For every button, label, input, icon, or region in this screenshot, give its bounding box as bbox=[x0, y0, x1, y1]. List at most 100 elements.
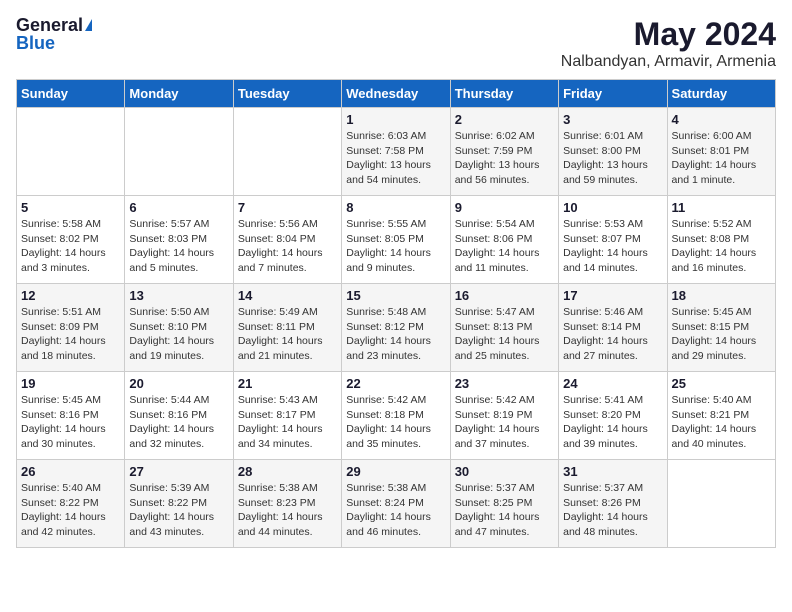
day-number: 2 bbox=[455, 112, 554, 127]
day-info: Sunrise: 5:51 AMSunset: 8:09 PMDaylight:… bbox=[21, 305, 120, 364]
daylight-text: Daylight: 13 hours and 59 minutes. bbox=[563, 159, 648, 186]
sunrise-text: Sunrise: 5:40 AM bbox=[21, 482, 101, 494]
day-info: Sunrise: 5:43 AMSunset: 8:17 PMDaylight:… bbox=[238, 393, 337, 452]
day-number: 1 bbox=[346, 112, 445, 127]
daylight-text: Daylight: 14 hours and 16 minutes. bbox=[672, 247, 757, 274]
daylight-text: Daylight: 14 hours and 9 minutes. bbox=[346, 247, 431, 274]
calendar-cell: 13Sunrise: 5:50 AMSunset: 8:10 PMDayligh… bbox=[125, 284, 233, 372]
sunrise-text: Sunrise: 5:38 AM bbox=[346, 482, 426, 494]
day-info: Sunrise: 5:50 AMSunset: 8:10 PMDaylight:… bbox=[129, 305, 228, 364]
day-number: 21 bbox=[238, 376, 337, 391]
day-info: Sunrise: 6:02 AM Sunset: 7:59 PM Daylight:… bbox=[455, 129, 554, 188]
calendar-cell bbox=[125, 108, 233, 196]
sunset-text: Sunset: 8:24 PM bbox=[346, 497, 424, 509]
day-number: 7 bbox=[238, 200, 337, 215]
day-number: 4 bbox=[672, 112, 771, 127]
sunset-text: Sunset: 8:25 PM bbox=[455, 497, 533, 509]
day-number: 31 bbox=[563, 464, 662, 479]
calendar-header: SundayMondayTuesdayWednesdayThursdayFrid… bbox=[17, 80, 776, 108]
sunset-text: Sunset: 7:59 PM bbox=[455, 145, 533, 157]
daylight-text: Daylight: 14 hours and 30 minutes. bbox=[21, 423, 106, 450]
logo: General Blue bbox=[16, 16, 92, 52]
location: Nalbandyan, Armavir, Armenia bbox=[561, 53, 776, 71]
sunset-text: Sunset: 8:05 PM bbox=[346, 233, 424, 245]
calendar-cell: 11Sunrise: 5:52 AMSunset: 8:08 PMDayligh… bbox=[667, 196, 775, 284]
calendar-cell: 20Sunrise: 5:44 AMSunset: 8:16 PMDayligh… bbox=[125, 372, 233, 460]
sunset-text: Sunset: 8:13 PM bbox=[455, 321, 533, 333]
daylight-text: Daylight: 14 hours and 37 minutes. bbox=[455, 423, 540, 450]
day-info: Sunrise: 6:00 AMSunset: 8:01 PMDaylight:… bbox=[672, 129, 771, 188]
day-number: 5 bbox=[21, 200, 120, 215]
daylight-text: Daylight: 14 hours and 32 minutes. bbox=[129, 423, 214, 450]
week-row: 19Sunrise: 5:45 AMSunset: 8:16 PMDayligh… bbox=[17, 372, 776, 460]
logo-blue: Blue bbox=[16, 34, 55, 52]
day-number: 18 bbox=[672, 288, 771, 303]
sunrise-text: Sunrise: 5:58 AM bbox=[21, 218, 101, 230]
sunset-text: Sunset: 8:08 PM bbox=[672, 233, 750, 245]
sunrise-text: Sunrise: 5:50 AM bbox=[129, 306, 209, 318]
calendar-cell: 24Sunrise: 5:41 AMSunset: 8:20 PMDayligh… bbox=[559, 372, 667, 460]
header-wednesday: Wednesday bbox=[342, 80, 450, 108]
daylight-text: Daylight: 14 hours and 14 minutes. bbox=[563, 247, 648, 274]
sunset-text: Sunset: 8:07 PM bbox=[563, 233, 641, 245]
day-info: Sunrise: 5:47 AMSunset: 8:13 PMDaylight:… bbox=[455, 305, 554, 364]
calendar-cell bbox=[667, 460, 775, 548]
sunrise-text: Sunrise: 5:38 AM bbox=[238, 482, 318, 494]
sunset-text: Sunset: 8:03 PM bbox=[129, 233, 207, 245]
calendar-cell: 22Sunrise: 5:42 AMSunset: 8:18 PMDayligh… bbox=[342, 372, 450, 460]
day-number: 15 bbox=[346, 288, 445, 303]
daylight-text: Daylight: 14 hours and 40 minutes. bbox=[672, 423, 757, 450]
daylight-text: Daylight: 14 hours and 27 minutes. bbox=[563, 335, 648, 362]
logo-triangle-icon bbox=[85, 19, 92, 31]
sunrise-text: Sunrise: 5:55 AM bbox=[346, 218, 426, 230]
calendar-table: SundayMondayTuesdayWednesdayThursdayFrid… bbox=[16, 79, 776, 548]
calendar-cell: 18Sunrise: 5:45 AMSunset: 8:15 PMDayligh… bbox=[667, 284, 775, 372]
header-thursday: Thursday bbox=[450, 80, 558, 108]
daylight-text: Daylight: 13 hours and 56 minutes. bbox=[455, 159, 540, 186]
calendar-cell: 14Sunrise: 5:49 AMSunset: 8:11 PMDayligh… bbox=[233, 284, 341, 372]
day-info: Sunrise: 5:54 AMSunset: 8:06 PMDaylight:… bbox=[455, 217, 554, 276]
sunset-text: Sunset: 8:17 PM bbox=[238, 409, 316, 421]
day-number: 23 bbox=[455, 376, 554, 391]
day-number: 10 bbox=[563, 200, 662, 215]
day-info: Sunrise: 5:37 AMSunset: 8:26 PMDaylight:… bbox=[563, 481, 662, 540]
day-number: 25 bbox=[672, 376, 771, 391]
sunrise-text: Sunrise: 6:00 AM bbox=[672, 130, 752, 142]
day-info: Sunrise: 5:49 AMSunset: 8:11 PMDaylight:… bbox=[238, 305, 337, 364]
calendar-cell bbox=[233, 108, 341, 196]
day-info: Sunrise: 6:03 AMSunset: 7:58 PMDaylight:… bbox=[346, 129, 445, 188]
sunset-text: Sunset: 8:01 PM bbox=[672, 145, 750, 157]
header-friday: Friday bbox=[559, 80, 667, 108]
day-info: Sunrise: 5:45 AMSunset: 8:16 PMDaylight:… bbox=[21, 393, 120, 452]
sunrise-text: Sunrise: 5:41 AM bbox=[563, 394, 643, 406]
sunset-text: Sunset: 8:16 PM bbox=[21, 409, 99, 421]
daylight-text: Daylight: 14 hours and 44 minutes. bbox=[238, 511, 323, 538]
daylight-text: Daylight: 14 hours and 5 minutes. bbox=[129, 247, 214, 274]
week-row: 12Sunrise: 5:51 AMSunset: 8:09 PMDayligh… bbox=[17, 284, 776, 372]
day-info: Sunrise: 5:40 AMSunset: 8:22 PMDaylight:… bbox=[21, 481, 120, 540]
day-info: Sunrise: 5:52 AMSunset: 8:08 PMDaylight:… bbox=[672, 217, 771, 276]
day-number: 17 bbox=[563, 288, 662, 303]
sunrise-text: Sunrise: 5:37 AM bbox=[563, 482, 643, 494]
page-header: General Blue May 2024 Nalbandyan, Armavi… bbox=[16, 16, 776, 71]
sunrise-text: Sunrise: 5:53 AM bbox=[563, 218, 643, 230]
sunset-text: Sunset: 8:18 PM bbox=[346, 409, 424, 421]
calendar-cell: 29Sunrise: 5:38 AMSunset: 8:24 PMDayligh… bbox=[342, 460, 450, 548]
day-info: Sunrise: 5:37 AMSunset: 8:25 PMDaylight:… bbox=[455, 481, 554, 540]
sunset-text: Sunset: 8:00 PM bbox=[563, 145, 641, 157]
sunset-text: Sunset: 8:02 PM bbox=[21, 233, 99, 245]
daylight-text: Daylight: 14 hours and 42 minutes. bbox=[21, 511, 106, 538]
calendar-cell: 31 Sunrise: 5:37 AMSunset: 8:26 PMDayligh… bbox=[559, 460, 667, 548]
sunrise-text: Sunrise: 5:39 AM bbox=[129, 482, 209, 494]
day-number: 20 bbox=[129, 376, 228, 391]
calendar-cell: 9Sunrise: 5:54 AMSunset: 8:06 PMDaylight… bbox=[450, 196, 558, 284]
sunset-text: Sunset: 8:06 PM bbox=[455, 233, 533, 245]
sunrise-text: Sunrise: 6:02 AM bbox=[455, 130, 535, 142]
day-info: Sunrise: 5:48 AMSunset: 8:12 PMDaylight:… bbox=[346, 305, 445, 364]
daylight-text: Daylight: 13 hours and 54 minutes. bbox=[346, 159, 431, 186]
sunrise-text: Sunrise: 5:44 AM bbox=[129, 394, 209, 406]
daylight-text: Daylight: 14 hours and 21 minutes. bbox=[238, 335, 323, 362]
calendar-cell: 5 Sunrise: 5:58 AM Sunset: 8:02 PM Daylight… bbox=[17, 196, 125, 284]
calendar-cell: 2 Sunrise: 6:02 AM Sunset: 7:59 PM Daylight… bbox=[450, 108, 558, 196]
daylight-text: Daylight: 14 hours and 3 minutes. bbox=[21, 247, 106, 274]
